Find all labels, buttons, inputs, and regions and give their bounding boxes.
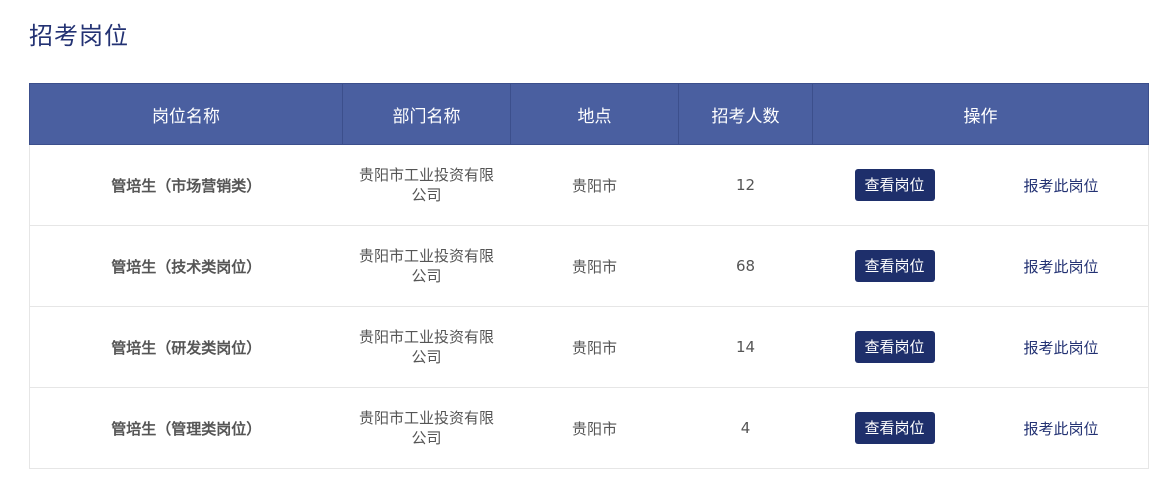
- location: 贵阳市: [510, 387, 679, 469]
- header-location: 地点: [510, 83, 679, 145]
- header-headcount: 招考人数: [678, 83, 813, 145]
- headcount: 68: [678, 225, 813, 307]
- apply-position-link[interactable]: 报考此岗位: [1024, 337, 1099, 358]
- actions-cell: 查看岗位 报考此岗位: [812, 144, 1149, 226]
- position-name: 管培生（研发类岗位）: [29, 306, 343, 388]
- headcount: 14: [678, 306, 813, 388]
- actions-cell: 查看岗位 报考此岗位: [812, 225, 1149, 307]
- table-header-row: 岗位名称 部门名称 地点 招考人数 操作: [29, 83, 1149, 145]
- table-row: 管培生（市场营销类） 贵阳市工业投资有限公司 贵阳市 12 查看岗位 报考此岗位: [29, 144, 1149, 226]
- location: 贵阳市: [510, 144, 679, 226]
- apply-position-link[interactable]: 报考此岗位: [1024, 418, 1099, 439]
- view-position-button[interactable]: 查看岗位: [854, 412, 935, 444]
- view-position-button[interactable]: 查看岗位: [854, 169, 935, 201]
- position-name: 管培生（管理类岗位）: [29, 387, 343, 469]
- table-row: 管培生（研发类岗位） 贵阳市工业投资有限公司 贵阳市 14 查看岗位 报考此岗位: [29, 306, 1149, 388]
- view-position-button[interactable]: 查看岗位: [854, 331, 935, 363]
- headcount: 4: [678, 387, 813, 469]
- apply-position-link[interactable]: 报考此岗位: [1024, 175, 1099, 196]
- table-row: 管培生（管理类岗位） 贵阳市工业投资有限公司 贵阳市 4 查看岗位 报考此岗位: [29, 387, 1149, 469]
- apply-position-link[interactable]: 报考此岗位: [1024, 256, 1099, 277]
- header-actions: 操作: [812, 83, 1149, 145]
- header-department-name: 部门名称: [342, 83, 511, 145]
- header-position-name: 岗位名称: [29, 83, 343, 145]
- department-name: 贵阳市工业投资有限公司: [342, 225, 511, 307]
- position-name: 管培生（技术类岗位）: [29, 225, 343, 307]
- position-name: 管培生（市场营销类）: [29, 144, 343, 226]
- headcount: 12: [678, 144, 813, 226]
- department-name: 贵阳市工业投资有限公司: [342, 306, 511, 388]
- page-title: 招考岗位: [29, 22, 129, 50]
- view-position-button[interactable]: 查看岗位: [854, 250, 935, 282]
- location: 贵阳市: [510, 306, 679, 388]
- positions-table: 岗位名称 部门名称 地点 招考人数 操作 管培生（市场营销类） 贵阳市工业投资有…: [29, 83, 1149, 469]
- department-name: 贵阳市工业投资有限公司: [342, 387, 511, 469]
- location: 贵阳市: [510, 225, 679, 307]
- actions-cell: 查看岗位 报考此岗位: [812, 387, 1149, 469]
- department-name: 贵阳市工业投资有限公司: [342, 144, 511, 226]
- actions-cell: 查看岗位 报考此岗位: [812, 306, 1149, 388]
- table-row: 管培生（技术类岗位） 贵阳市工业投资有限公司 贵阳市 68 查看岗位 报考此岗位: [29, 225, 1149, 307]
